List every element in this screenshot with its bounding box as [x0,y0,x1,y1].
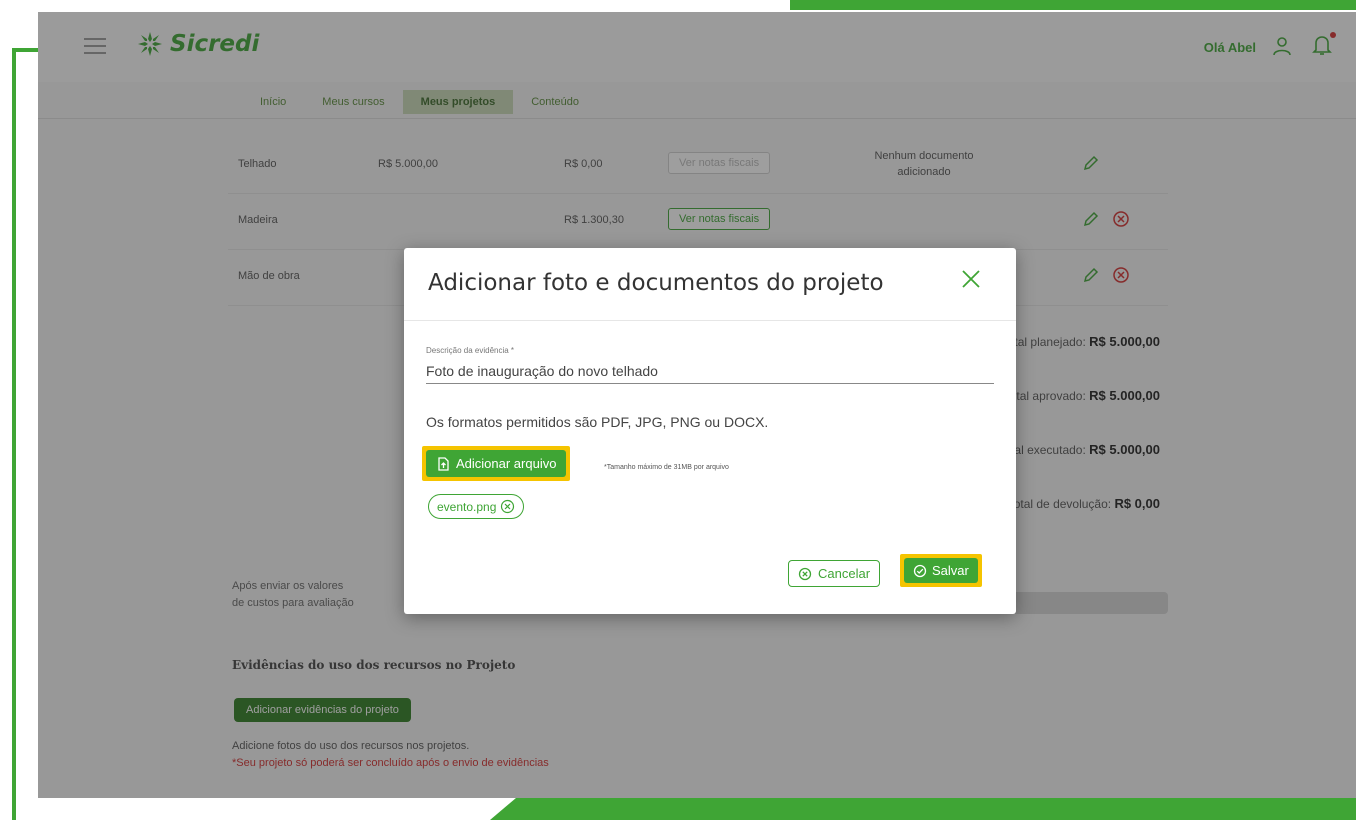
modal-divider [404,320,1016,321]
description-field-label: Descrição da evidência * [426,346,515,355]
decorative-green-bar-bottom [490,798,1356,820]
description-field[interactable] [426,358,994,384]
highlight-box: Adicionar arquivo [422,446,571,481]
add-file-label: Adicionar arquivo [456,456,557,471]
remove-file-icon[interactable] [500,499,515,514]
highlight-box: Salvar [900,554,982,587]
save-button[interactable]: Salvar [904,558,978,583]
save-label: Salvar [932,563,969,578]
close-icon[interactable] [960,268,982,290]
file-chip-label: evento.png [437,499,497,514]
file-chip: evento.png [428,494,525,519]
decorative-green-bar-top [790,0,1356,10]
cancel-label: Cancelar [818,566,871,581]
add-evidence-modal: Adicionar foto e documentos do projeto D… [404,248,1016,614]
check-circle-icon [913,564,927,577]
modal-title: Adicionar foto e documentos do projeto [428,270,884,296]
cancel-button[interactable]: Cancelar [788,560,881,587]
app-window: Sicredi Olá Abel Início Meus cursos Meus… [38,12,1356,798]
cancel-circle-icon [798,567,812,580]
decorative-green-line-left [12,48,16,820]
file-upload-icon [438,456,449,471]
allowed-formats-text: Os formatos permitidos são PDF, JPG, PNG… [426,414,769,430]
add-file-button[interactable]: Adicionar arquivo [426,450,567,477]
max-size-note: *Tamanho máximo de 31MB por arquivo [604,464,729,471]
